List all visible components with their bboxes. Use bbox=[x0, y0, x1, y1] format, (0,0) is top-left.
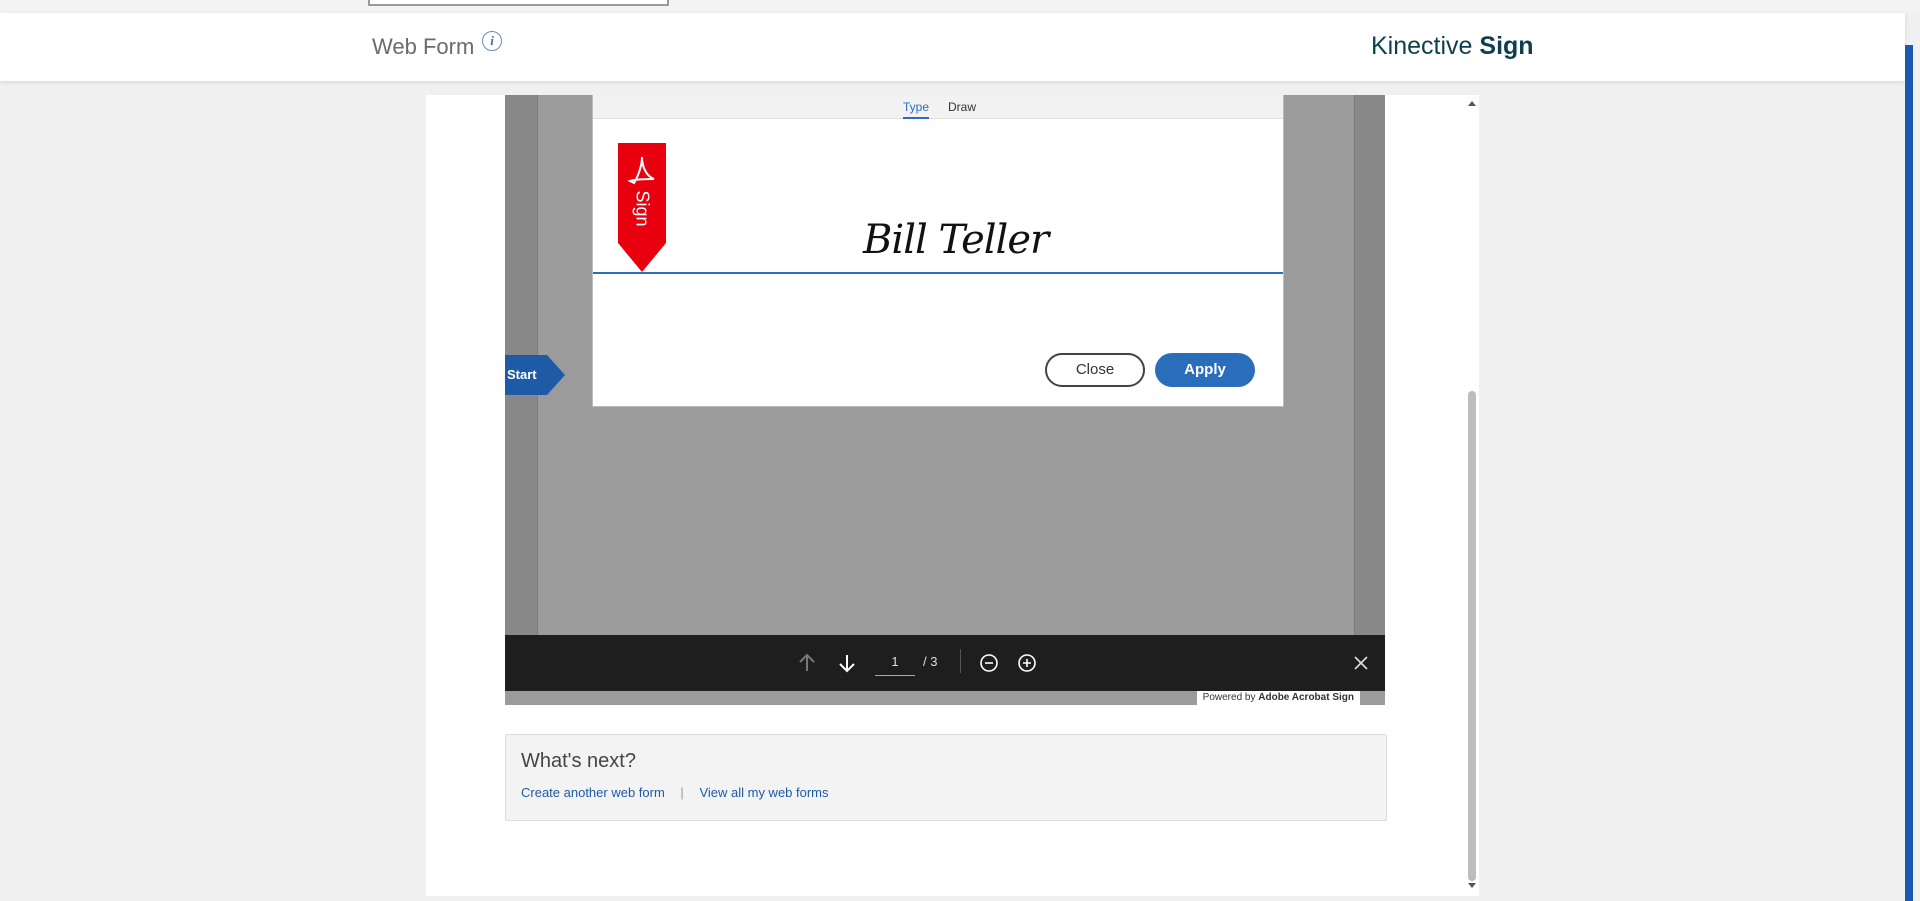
brand-logo: Kinective Sign bbox=[1371, 32, 1534, 61]
powered-by-prefix: Powered by bbox=[1202, 692, 1256, 703]
create-web-form-link[interactable]: Create another web form bbox=[521, 785, 665, 800]
sign-here-tag: Sign bbox=[618, 143, 666, 272]
tab-type[interactable]: Type bbox=[903, 95, 930, 119]
view-web-forms-link[interactable]: View all my web forms bbox=[699, 785, 828, 800]
page-tab-frame bbox=[368, 0, 669, 6]
powered-by-bar: Powered by Adobe Acrobat Sign bbox=[505, 691, 1385, 705]
sign-tag-label: Sign bbox=[632, 190, 653, 227]
browser-top-strip bbox=[0, 0, 1920, 13]
tab-draw[interactable]: Draw bbox=[948, 95, 976, 119]
typed-signature[interactable]: Bill Teller bbox=[863, 217, 1049, 263]
powered-by-brand: Adobe Acrobat Sign bbox=[1258, 692, 1354, 703]
document-viewer: Start Type Draw Sign Bill Teller Close A… bbox=[505, 95, 1385, 705]
whats-next-title: What's next? bbox=[521, 750, 636, 772]
signature-tabs: Type Draw bbox=[593, 95, 1283, 119]
page-header: Web Form i Kinective Sign bbox=[0, 13, 1905, 81]
viewer-toolbar: 1 / 3 bbox=[505, 635, 1385, 691]
arrow-up-icon[interactable] bbox=[795, 651, 819, 675]
close-viewer-icon[interactable] bbox=[1349, 651, 1373, 675]
vertical-scrollbar[interactable] bbox=[1465, 95, 1479, 896]
page-number-input[interactable]: 1 bbox=[875, 649, 915, 676]
close-button[interactable]: Close bbox=[1045, 353, 1145, 387]
arrow-down-icon[interactable] bbox=[835, 651, 859, 675]
whats-next-box: What's next? Create another web form | V… bbox=[505, 734, 1387, 821]
page-title: Web Form bbox=[372, 34, 475, 59]
powered-by-label: Powered by Adobe Acrobat Sign bbox=[1196, 691, 1360, 705]
brand-name: Kinective bbox=[1371, 32, 1473, 60]
acrobat-logo-icon bbox=[627, 156, 655, 185]
zoom-out-icon[interactable] bbox=[977, 651, 1001, 675]
apply-button[interactable]: Apply bbox=[1155, 353, 1255, 387]
scroll-up-arrow-icon[interactable] bbox=[1468, 101, 1476, 106]
toolbar-divider bbox=[960, 649, 961, 673]
links-separator: | bbox=[680, 785, 684, 800]
right-edge-bar bbox=[1905, 45, 1913, 901]
start-button[interactable]: Start bbox=[505, 355, 565, 395]
signature-baseline bbox=[593, 272, 1283, 274]
whats-next-links: Create another web form | View all my we… bbox=[521, 785, 829, 800]
zoom-in-icon[interactable] bbox=[1015, 651, 1039, 675]
start-label: Start bbox=[507, 367, 537, 382]
brand-name-bold: Sign bbox=[1479, 32, 1534, 60]
viewer-right-gutter bbox=[1354, 95, 1385, 635]
scroll-down-arrow-icon[interactable] bbox=[1468, 883, 1476, 888]
page-total: / 3 bbox=[923, 654, 938, 669]
signature-dialog: Type Draw Sign Bill Teller Close Apply bbox=[592, 95, 1284, 407]
scrollbar-thumb[interactable] bbox=[1468, 391, 1476, 881]
info-icon[interactable]: i bbox=[482, 31, 502, 51]
